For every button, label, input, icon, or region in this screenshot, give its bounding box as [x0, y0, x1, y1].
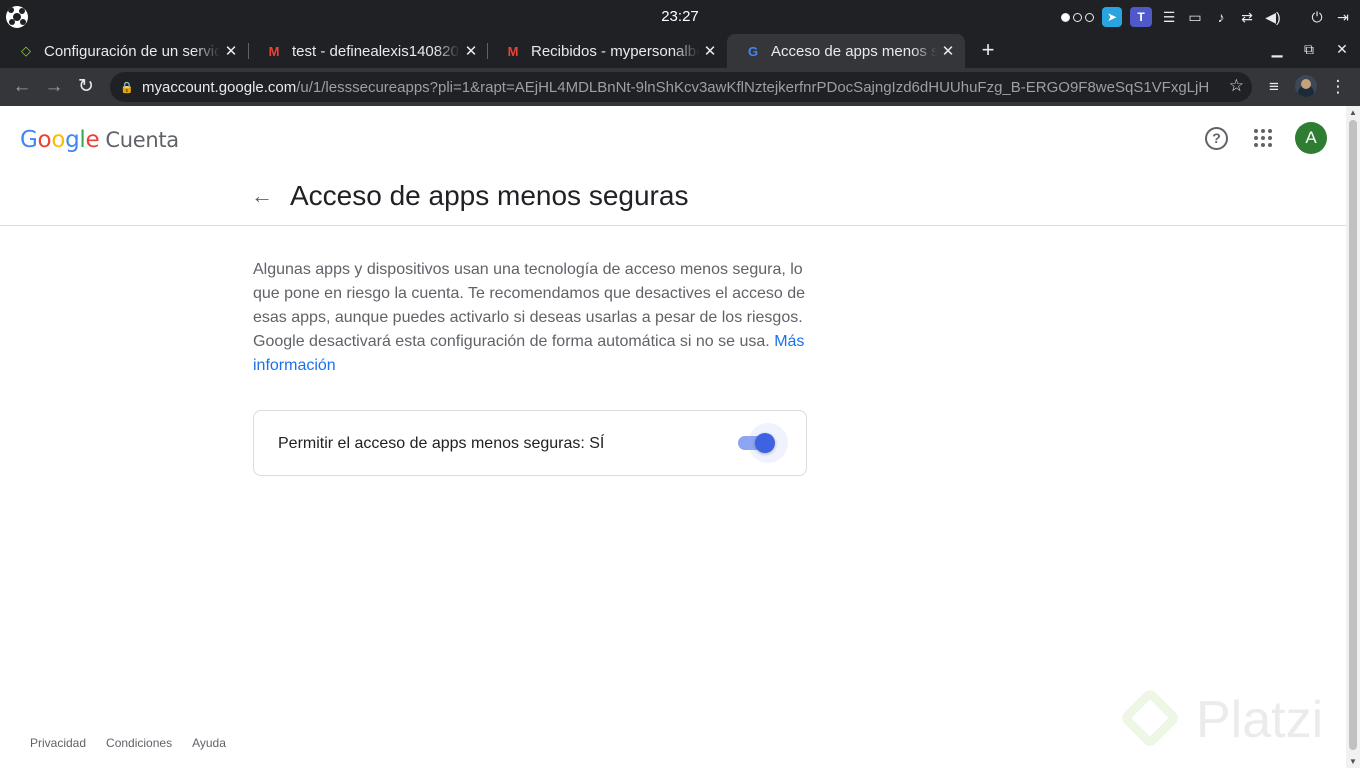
network-icon[interactable]: ⇄ [1238, 8, 1256, 26]
description-text: Algunas apps y dispositivos usan una tec… [253, 261, 806, 374]
tab-acceso-apps[interactable]: G Acceso de apps menos seguras ✕ [727, 34, 965, 68]
menu-icon[interactable]: ☰ [1160, 8, 1178, 26]
scroll-down-arrow-icon[interactable]: ▼ [1346, 757, 1360, 766]
browser-profile-avatar[interactable] [1295, 75, 1317, 97]
footer-link-condiciones[interactable]: Condiciones [106, 736, 172, 750]
google-favicon-icon: G [747, 43, 759, 59]
logout-icon[interactable]: ⇥ [1334, 8, 1352, 26]
setting-label: Permitir el acceso de apps menos seguras… [278, 435, 605, 452]
tab-close-icon[interactable]: ✕ [937, 42, 959, 60]
tab-gmail-test[interactable]: M test - definealexis140820 ✕ [248, 34, 488, 68]
tab-title: Recibidos - mypersonalbot [531, 42, 699, 60]
lock-icon[interactable]: 🔒 [120, 81, 134, 94]
footer-link-ayuda[interactable]: Ayuda [192, 736, 226, 750]
tab-title: test - definealexis140820 [292, 42, 459, 60]
reading-list-icon[interactable]: ≡ [1262, 75, 1286, 99]
browser-toolbar: ← → ↻ 🔒 myaccount.google.com/u/1/lesssec… [0, 68, 1360, 106]
less-secure-apps-setting-card: Permitir el acceso de apps menos seguras… [253, 410, 807, 476]
google-wordmark: Google [20, 127, 100, 153]
platzi-favicon-icon: ◇ [21, 43, 31, 58]
tab-gmail-recibidos[interactable]: M Recibidos - mypersonalbot ✕ [487, 34, 727, 68]
system-tray: ➤ T ☰ ▭ ♪ ⇄ ◀) ⏻ ⇥ [1061, 6, 1352, 28]
less-secure-apps-toggle[interactable] [738, 423, 788, 463]
power-icon[interactable]: ⏻ [1308, 8, 1326, 26]
back-icon[interactable]: ← [10, 75, 34, 99]
telegram-icon[interactable]: ➤ [1102, 7, 1122, 27]
address-bar[interactable]: 🔒 myaccount.google.com/u/1/lesssecureapp… [110, 72, 1252, 102]
tab-title: Configuración de un servidor [44, 42, 220, 60]
back-arrow-icon[interactable]: ← [250, 184, 274, 208]
os-top-bar: 23:27 ➤ T ☰ ▭ ♪ ⇄ ◀) ⏻ ⇥ [0, 0, 1360, 34]
footer-link-privacidad[interactable]: Privacidad [30, 736, 86, 750]
platzi-watermark: Platzi [1118, 684, 1346, 764]
url-text[interactable]: myaccount.google.com/u/1/lesssecureapps?… [142, 79, 1208, 96]
account-avatar[interactable]: A [1295, 122, 1327, 154]
tab-close-icon[interactable]: ✕ [699, 42, 721, 60]
google-apps-icon[interactable] [1254, 129, 1272, 147]
new-tab-plus-icon[interactable]: + [976, 39, 1000, 63]
page-title-row: ← Acceso de apps menos seguras [0, 170, 1346, 226]
page-viewport: Google Cuenta ? A ← Acceso de apps menos … [0, 106, 1346, 768]
workspace-dots-icon[interactable] [1061, 12, 1094, 22]
google-account-header: Google Cuenta ? A [0, 106, 1346, 170]
bell-icon[interactable]: ♪ [1212, 8, 1230, 26]
browser-menu-icon[interactable]: ⋮ [1326, 75, 1350, 99]
scroll-up-arrow-icon[interactable]: ▲ [1346, 108, 1360, 117]
help-icon[interactable]: ? [1205, 127, 1228, 150]
minimize-icon[interactable]: ▁ [1267, 41, 1287, 61]
forward-icon[interactable]: → [42, 75, 66, 99]
product-name: Cuenta [105, 128, 179, 152]
browser-tab-strip: ◇ Configuración de un servidor ✕ M test … [0, 34, 1360, 68]
scroll-thumb[interactable] [1349, 120, 1357, 750]
google-account-logo[interactable]: Google Cuenta [20, 126, 179, 153]
page-title: Acceso de apps menos seguras [290, 180, 689, 211]
window-close-icon[interactable]: ✕ [1332, 41, 1352, 61]
restore-icon[interactable]: ⧉ [1299, 41, 1319, 61]
gmail-favicon-icon: M [268, 43, 280, 59]
gmail-favicon-icon: M [507, 43, 519, 59]
toggle-thumb[interactable] [755, 433, 775, 453]
tab-platzi[interactable]: ◇ Configuración de un servidor ✕ [0, 34, 248, 68]
bookmark-star-icon[interactable]: ☆ [1229, 76, 1244, 96]
footer-links: Privacidad Condiciones Ayuda [30, 736, 226, 750]
tab-close-icon[interactable]: ✕ [220, 42, 242, 60]
platzi-logo-icon [1118, 686, 1182, 750]
tab-title: Acceso de apps menos seguras [771, 42, 937, 60]
tab-close-icon[interactable]: ✕ [460, 42, 482, 60]
reload-icon[interactable]: ↻ [74, 75, 98, 99]
volume-icon[interactable]: ◀) [1264, 8, 1282, 26]
page-scrollbar[interactable]: ▲ ▼ [1346, 106, 1360, 768]
watermark-text: Platzi [1196, 691, 1324, 749]
teams-icon[interactable]: T [1130, 7, 1152, 27]
folder-icon[interactable]: ▭ [1186, 8, 1204, 26]
